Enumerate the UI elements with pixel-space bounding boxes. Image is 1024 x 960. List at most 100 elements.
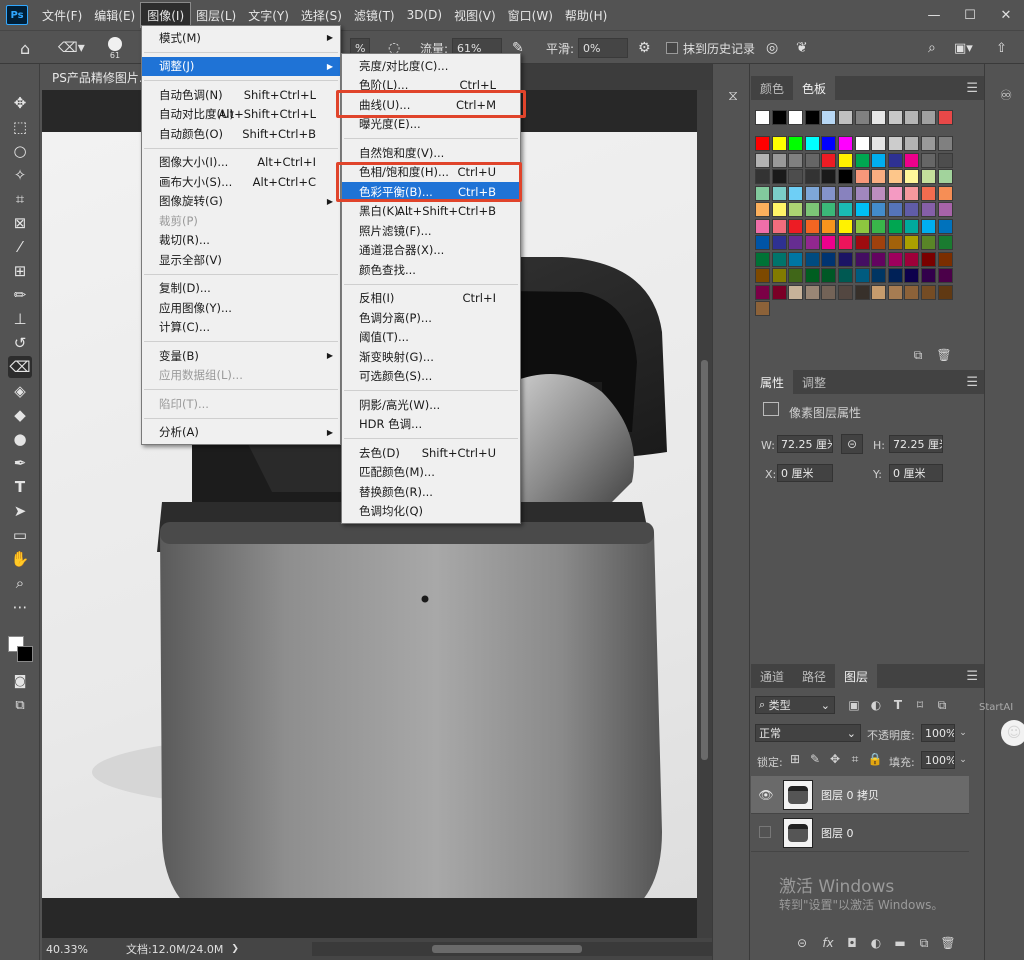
brush-tool-icon[interactable]: ✏ [8,284,32,306]
type-tool-icon[interactable]: T [8,476,32,498]
image_menu-item[interactable]: 图像旋转(G) ▶ [142,192,340,212]
image_menu-item[interactable]: 显示全部(V) [142,250,340,270]
color-swatch[interactable] [871,202,887,217]
color-swatch[interactable] [904,268,920,283]
color-swatch[interactable] [804,110,820,125]
image_menu-item[interactable]: 应用图像(Y)... [142,298,340,318]
color-swatch[interactable] [771,152,787,168]
color-swatch[interactable] [937,169,953,184]
adjust_menu-item[interactable]: 阴影/高光(W)... [342,395,520,415]
screen-mode-icon[interactable]: ⧉ [8,694,32,716]
tab-layers[interactable]: 图层 [835,664,878,688]
color-swatch[interactable] [755,218,770,234]
color-swatch[interactable] [788,251,804,267]
blur-tool-icon[interactable]: ◆ [8,404,32,426]
color-swatch[interactable] [838,185,853,201]
status-arrow-icon[interactable]: ❯ [231,944,239,954]
adjust_menu-item[interactable]: 色调均化(Q) [342,502,520,522]
lock-artboard-icon[interactable]: ⌗ [849,752,861,766]
menu-view[interactable]: 视图(V) [448,3,502,27]
adjust_menu-item[interactable]: 颜色查找... [342,260,520,280]
color-swatch[interactable] [904,284,920,300]
vertical-scroll-thumb[interactable] [701,360,708,760]
color-swatch[interactable] [771,185,787,201]
color-swatch[interactable] [755,152,770,168]
color-swatch[interactable] [937,202,953,217]
filter-shape-icon[interactable]: ⌑ [913,698,927,712]
color-swatch[interactable] [804,169,820,184]
color-swatch[interactable] [854,169,870,184]
share-icon[interactable]: ⇧ [996,31,1007,65]
menu-type[interactable]: 文字(Y) [242,3,295,27]
image_menu-item[interactable]: 分析(A) ▶ [142,423,340,443]
lasso-tool-icon[interactable]: ○ [8,140,32,162]
erase-history-checkbox[interactable]: 抹到历史记录 [666,31,755,65]
paint-bucket-tool-icon[interactable]: ◈ [8,380,32,402]
color-swatch[interactable] [755,251,770,267]
color-swatch[interactable] [788,202,804,217]
visibility-eye-icon[interactable]: 👁 [758,788,773,802]
path-select-tool-icon[interactable]: ➤ [8,500,32,522]
color-swatch[interactable] [788,218,804,234]
color-swatch[interactable] [887,152,903,168]
color-swatch[interactable] [887,185,903,201]
adjustment-layer-icon[interactable]: ◐ [869,936,883,950]
filter-smart-object-icon[interactable]: ⧉ [935,698,949,712]
color-swatch[interactable] [838,268,853,283]
color-swatch[interactable] [755,185,770,201]
image_menu-item[interactable]: 变量(B) ▶ [142,346,340,366]
pen-tool-icon[interactable]: ✒ [8,452,32,474]
color-swatch[interactable] [771,268,787,283]
layer-filter-dropdown[interactable]: ⌕ 类型 ⌄ [755,696,835,714]
healing-brush-tool-icon[interactable]: ⊞ [8,260,32,282]
pressure-size-icon[interactable]: ◎ [766,31,778,65]
color-swatch[interactable] [838,251,853,267]
color-swatch[interactable] [788,284,804,300]
color-swatch[interactable] [854,152,870,168]
tab-properties[interactable]: 属性 [751,370,794,394]
image_menu-item[interactable]: 自动色调(N) Shift+Ctrl+L [142,85,340,105]
color-swatch[interactable] [804,152,820,168]
shape-tool-icon[interactable]: ▭ [8,524,32,546]
filter-pixel-icon[interactable]: ▣ [847,698,861,712]
color-swatch[interactable] [871,251,887,267]
color-swatch[interactable] [871,152,887,168]
color-swatch[interactable] [904,136,920,151]
adjust_menu-item[interactable]: 照片滤镜(F)... [342,221,520,241]
color-swatch[interactable] [871,268,887,283]
color-swatch[interactable] [854,235,870,250]
color-swatch[interactable] [838,202,853,217]
adjust_menu-item[interactable]: 替换颜色(R)... [342,482,520,502]
menu-layer[interactable]: 图层(L) [190,3,242,27]
color-swatch[interactable] [821,110,837,125]
color-swatch[interactable] [821,202,837,217]
panel-menu-icon[interactable]: ☰ [966,76,978,100]
color-swatch[interactable] [838,110,853,125]
history-panel-icon[interactable]: ⧖ [723,86,743,106]
image_menu-item[interactable]: 图像大小(I)... Alt+Ctrl+I [142,153,340,173]
panel-menu-icon[interactable]: ☰ [966,370,978,394]
tab-paths[interactable]: 路径 [793,664,835,688]
color-swatch[interactable] [871,218,887,234]
add-mask-icon[interactable]: ◘ [845,936,859,950]
color-swatch[interactable] [821,268,837,283]
color-swatch[interactable] [854,185,870,201]
maximize-button[interactable]: ☐ [952,0,988,30]
color-swatch[interactable] [921,268,936,283]
color-swatch[interactable] [871,185,887,201]
lock-pixels-icon[interactable]: ✎ [809,752,821,766]
color-swatch[interactable] [788,235,804,250]
color-swatch[interactable] [854,268,870,283]
close-button[interactable]: ✕ [988,0,1024,30]
color-swatch[interactable] [871,110,887,125]
color-swatch[interactable] [804,218,820,234]
workspace-icon[interactable]: ▣▾ [954,31,973,65]
color-swatch[interactable] [871,169,887,184]
eyedropper-tool-icon[interactable]: ⁄ [8,236,32,258]
color-swatch[interactable] [804,202,820,217]
adjust_menu-item[interactable]: 匹配颜色(M)... [342,463,520,483]
color-swatch[interactable] [771,251,787,267]
adjust_menu-item[interactable]: 渐变映射(G)... [342,347,520,367]
color-swatch[interactable] [755,301,770,316]
panel-menu-icon[interactable]: ☰ [966,664,978,688]
